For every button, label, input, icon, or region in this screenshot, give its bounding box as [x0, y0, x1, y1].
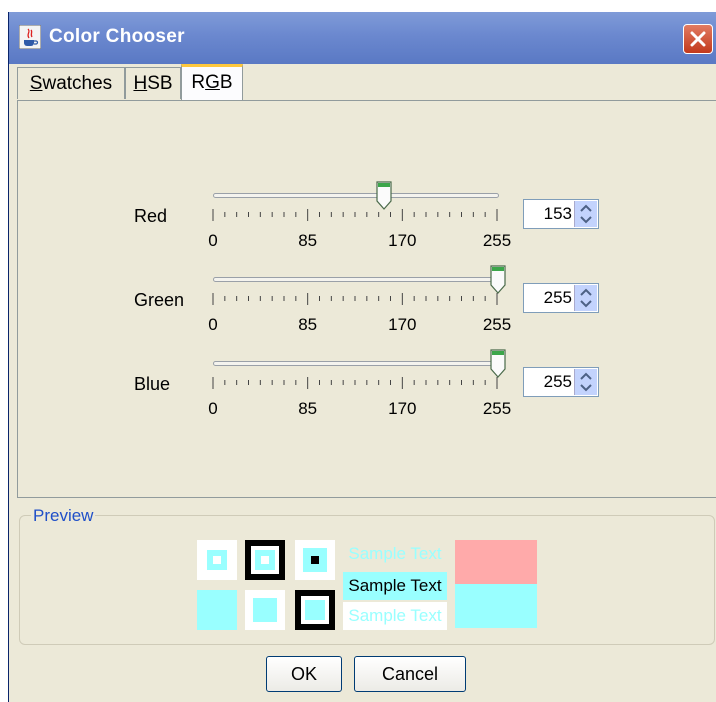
- tab-rgb-label-pre: R: [191, 72, 206, 93]
- blue-label: Blue: [134, 374, 171, 394]
- color-chooser-window: Color Chooser Swatches HSB RGB Preview S…: [8, 12, 716, 702]
- tab-hsb-mnemonic: H: [133, 73, 148, 94]
- green-spinner[interactable]: 255: [523, 283, 599, 313]
- old-color-swatch: [455, 540, 537, 584]
- green-tick-label: 255: [482, 315, 512, 334]
- new-color-swatch: [455, 584, 537, 628]
- preview-swatch-1: [197, 540, 237, 580]
- green-slider-thumb[interactable]: [489, 265, 507, 295]
- title-bar[interactable]: Color Chooser: [9, 12, 716, 64]
- blue-slider-ticks: [212, 377, 498, 389]
- red-tick-label: 85: [298, 231, 318, 250]
- sample-text-white: Sample Text: [343, 602, 447, 630]
- sample-text-dark: Sample Text: [343, 572, 447, 600]
- red-label: Red: [134, 206, 168, 226]
- blue-tick-label: 170: [388, 399, 417, 418]
- preview-swatch-5: [245, 590, 285, 630]
- green-tick-label: 170: [388, 315, 417, 334]
- tab-rgb-mnemonic: G: [205, 72, 220, 93]
- tab-hsb[interactable]: HSB: [125, 67, 181, 99]
- spinner-arrows-icon[interactable]: [574, 285, 597, 311]
- blue-tick-label: 0: [208, 399, 218, 418]
- red-tick-label: 0: [208, 231, 218, 250]
- blue-tick-label: 85: [298, 399, 318, 418]
- red-value[interactable]: 153: [544, 204, 572, 224]
- green-label: Green: [134, 290, 185, 310]
- preview-title: Preview: [31, 506, 96, 526]
- green-slider-track[interactable]: [213, 277, 499, 282]
- cancel-button[interactable]: Cancel: [354, 656, 466, 692]
- sample-text-light: Sample Text: [343, 540, 447, 568]
- blue-slider-thumb[interactable]: [489, 349, 507, 379]
- preview-swatch-2: [245, 540, 285, 580]
- red-tick-label: 170: [388, 231, 417, 250]
- tab-swatches-mnemonic: S: [29, 73, 43, 94]
- red-spinner[interactable]: 153: [523, 199, 599, 229]
- preview-swatch-3: [295, 540, 335, 580]
- close-button[interactable]: [683, 24, 713, 54]
- red-slider-thumb[interactable]: [375, 181, 393, 211]
- tab-rgb-label: B: [219, 72, 233, 93]
- preview-swatch-6: [295, 590, 335, 630]
- tab-rgb[interactable]: RGB: [181, 64, 243, 101]
- tab-swatches[interactable]: Swatches: [17, 67, 125, 99]
- spinner-arrows-icon[interactable]: [574, 201, 597, 227]
- blue-tick-label: 255: [482, 399, 512, 418]
- preview-swatch-4: [197, 590, 237, 630]
- green-slider-ticks: [212, 293, 498, 305]
- spinner-arrows-icon[interactable]: [574, 369, 597, 395]
- tab-hsb-label: SB: [147, 73, 173, 94]
- green-tick-label: 0: [208, 315, 218, 334]
- java-cup-icon: [18, 24, 42, 50]
- blue-value[interactable]: 255: [544, 372, 572, 392]
- green-value[interactable]: 255: [544, 288, 572, 308]
- blue-spinner[interactable]: 255: [523, 367, 599, 397]
- window-title: Color Chooser: [49, 26, 185, 47]
- red-tick-label: 255: [482, 231, 512, 250]
- blue-slider-track[interactable]: [213, 361, 499, 366]
- tab-swatches-label: watches: [42, 73, 113, 94]
- red-slider-track[interactable]: [213, 193, 499, 198]
- red-slider-ticks: [212, 209, 498, 221]
- ok-button[interactable]: OK: [266, 656, 342, 692]
- close-icon: [690, 31, 706, 47]
- green-tick-label: 85: [298, 315, 318, 334]
